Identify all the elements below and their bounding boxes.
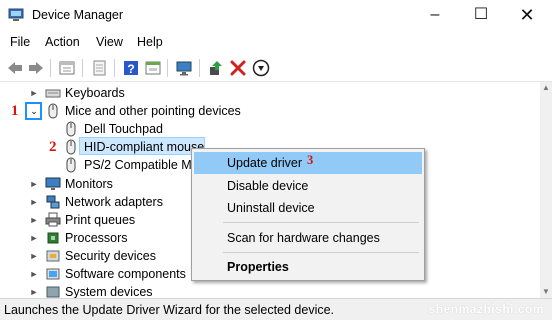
tree-item-label: System devices xyxy=(65,285,153,298)
menu-item-disable-device[interactable]: Disable device xyxy=(194,175,422,197)
back-arrow-icon[interactable] xyxy=(6,59,24,77)
menu-separator xyxy=(223,222,419,223)
panel-icon[interactable] xyxy=(144,59,162,77)
menu-item-label: Update driver xyxy=(227,156,303,170)
tree-item-label: Dell Touchpad xyxy=(84,122,163,136)
component-icon xyxy=(46,268,60,280)
tree-item-label: Print queues xyxy=(65,213,136,227)
chevron-right-icon[interactable]: ► xyxy=(29,214,39,226)
menu-view[interactable]: View xyxy=(96,35,123,49)
mouse-icon xyxy=(66,139,76,155)
keyboard-icon xyxy=(45,89,61,98)
tree-item-keyboards[interactable]: ► Keyboards xyxy=(0,84,540,102)
scroll-down-icon[interactable]: ▼ xyxy=(540,286,552,298)
device-manager-icon xyxy=(8,8,24,21)
mouse-icon xyxy=(66,157,76,173)
chevron-right-icon[interactable]: ► xyxy=(29,250,39,262)
menu-file[interactable]: File xyxy=(10,35,30,49)
tree-item-label: HID-compliant mouse xyxy=(84,140,205,154)
menu-item-label: Properties xyxy=(227,260,289,274)
tree-item-label: Processors xyxy=(65,231,128,245)
network-icon xyxy=(46,195,60,209)
tree-item-label: Mice and other pointing devices xyxy=(65,104,241,118)
tree-item-dell-touchpad[interactable]: Dell Touchpad xyxy=(0,120,540,138)
help-icon[interactable]: ? xyxy=(122,59,140,77)
mouse-icon xyxy=(66,121,76,137)
tree-item-label: Monitors xyxy=(65,177,113,191)
tree-item-label: PS/2 Compatible Mo xyxy=(84,158,199,172)
chevron-right-icon[interactable]: ► xyxy=(29,196,39,208)
tree-item-label: Software components xyxy=(65,267,186,281)
minimize-button[interactable]: – xyxy=(412,0,458,30)
svg-text:?: ? xyxy=(127,62,134,76)
tree-item-label: Keyboards xyxy=(65,86,125,100)
vertical-scrollbar[interactable]: ▲ ▼ xyxy=(540,82,552,298)
tree-item-label: Security devices xyxy=(65,249,157,263)
maximize-button[interactable]: ☐ xyxy=(458,0,504,30)
context-menu: Update driver 3 Disable device Uninstall… xyxy=(191,148,425,281)
uninstall-x-icon[interactable] xyxy=(229,59,247,77)
tree-item-label: Network adapters xyxy=(65,195,163,209)
menu-action[interactable]: Action xyxy=(45,35,80,49)
menu-bar: File Action View Help xyxy=(0,31,552,53)
system-icon xyxy=(46,286,60,298)
watermark: shenmazhishi.com xyxy=(428,302,544,316)
printer-icon xyxy=(45,212,61,227)
menu-item-uninstall-device[interactable]: Uninstall device xyxy=(194,197,422,219)
chevron-right-icon[interactable]: ► xyxy=(29,268,39,280)
forward-arrow-icon[interactable] xyxy=(27,59,45,77)
title-bar: Device Manager – ☐ ✕ xyxy=(0,0,552,30)
chevron-down-icon[interactable]: ⌄ xyxy=(29,105,39,117)
step-marker-1: 1 xyxy=(11,103,19,119)
security-icon xyxy=(46,250,60,262)
mouse-icon xyxy=(48,103,58,119)
download-icon[interactable] xyxy=(252,59,270,77)
menu-help[interactable]: Help xyxy=(137,35,163,49)
menu-item-label: Uninstall device xyxy=(227,201,315,215)
update-driver-icon[interactable] xyxy=(207,59,225,77)
menu-separator xyxy=(223,252,419,253)
window-title: Device Manager xyxy=(32,8,124,22)
chevron-right-icon[interactable]: ► xyxy=(29,178,39,190)
status-text: Launches the Update Driver Wizard for th… xyxy=(4,303,335,317)
document-icon[interactable] xyxy=(90,59,108,77)
status-bar: Launches the Update Driver Wizard for th… xyxy=(0,298,552,320)
menu-item-scan-hardware[interactable]: Scan for hardware changes xyxy=(194,227,422,249)
properties-sheet-icon[interactable] xyxy=(58,59,76,77)
monitor-icon[interactable] xyxy=(175,59,193,77)
chevron-right-icon[interactable]: ► xyxy=(29,87,39,99)
menu-item-properties[interactable]: Properties xyxy=(194,256,422,278)
chevron-right-icon[interactable]: ► xyxy=(29,232,39,244)
menu-item-label: Disable device xyxy=(227,179,309,193)
chevron-right-icon[interactable]: ► xyxy=(29,286,39,298)
step-marker-3: 3 xyxy=(307,153,314,167)
tree-item-mice[interactable]: ⌄ Mice and other pointing devices xyxy=(0,102,540,120)
close-button[interactable]: ✕ xyxy=(504,0,550,30)
menu-item-label: Scan for hardware changes xyxy=(227,231,380,245)
menu-item-update-driver[interactable]: Update driver 3 xyxy=(194,152,422,174)
step-marker-2: 2 xyxy=(49,139,57,155)
monitor-icon xyxy=(45,177,61,190)
scroll-up-icon[interactable]: ▲ xyxy=(540,82,552,94)
toolbar: ? xyxy=(0,54,552,82)
tree-item-system-devices[interactable]: ► System devices xyxy=(0,283,540,298)
chip-icon xyxy=(47,232,59,244)
